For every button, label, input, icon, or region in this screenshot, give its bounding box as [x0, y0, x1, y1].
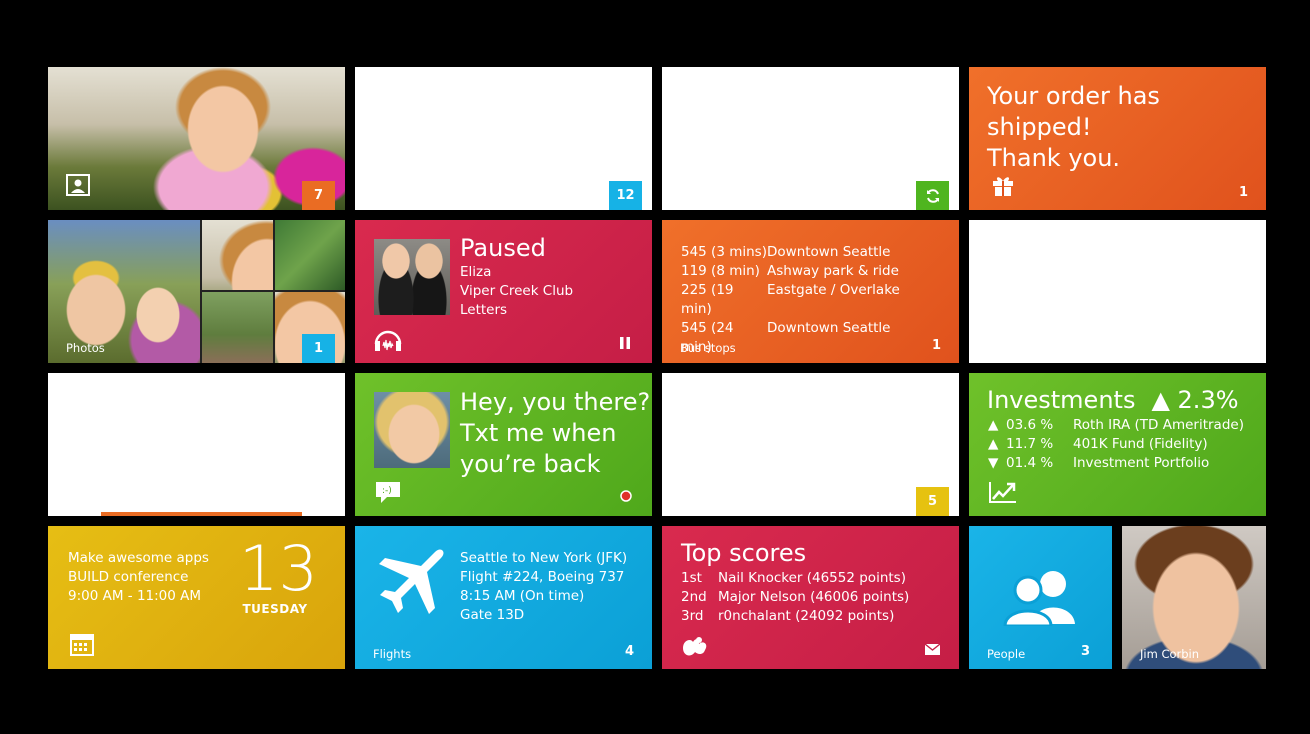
investments-tile[interactable]: Investments ▲ 2.3% ▲ 03.6 % Roth IRA (TD A…: [969, 373, 1266, 516]
photo-thumb: [275, 220, 345, 290]
people-icon: [1003, 568, 1079, 630]
event-title: Make awesome apps: [68, 550, 209, 566]
blank-tile[interactable]: [662, 67, 959, 210]
contact-tile[interactable]: Jim Corbin: [1122, 526, 1266, 669]
mail-icon: [924, 640, 941, 659]
bus-row: 545 (3 mins) Downtown Seattle: [681, 244, 891, 260]
message-line1: Hey, you there?: [460, 388, 651, 416]
flight-gate: Gate 13D: [460, 607, 525, 623]
bus-list: 545 (3 mins) Downtown Seattle 119 (8 min)…: [681, 243, 900, 357]
photo-thumb: [202, 292, 273, 363]
blank-tile[interactable]: [969, 220, 1266, 363]
investment-row: ▲ 11.7 % 401K Fund (Fidelity): [988, 436, 1208, 452]
score-row: 2nd Major Nelson (46006 points): [681, 589, 910, 605]
contact-name: Jim Corbin: [1140, 647, 1200, 661]
flight-number: Flight #224, Boeing 737: [460, 569, 625, 585]
message-tile[interactable]: Hey, you there? Txt me when you’re back …: [355, 373, 652, 516]
photos-collage-tile[interactable]: Photos 1: [48, 220, 345, 363]
notification-badge: 1: [302, 334, 335, 363]
playback-status: Paused: [460, 234, 546, 262]
flight-time: 8:15 AM (On time): [460, 588, 585, 604]
photos-tile[interactable]: 7: [48, 67, 345, 210]
flight-route: Seattle to New York (JFK): [460, 550, 628, 566]
album-art: [374, 239, 450, 315]
avatar: [374, 392, 450, 468]
refresh-icon: [916, 181, 949, 210]
order-count: 1: [1238, 185, 1248, 200]
order-tile[interactable]: Your order has shipped! Thank you. 1: [969, 67, 1266, 210]
blank-tile[interactable]: 5: [662, 373, 959, 516]
blank-tile[interactable]: 12: [355, 67, 652, 210]
svg-text::-): :-): [382, 486, 392, 496]
calendar-icon: [70, 634, 94, 660]
flights-label: Flights: [373, 647, 412, 661]
top-scores-tile[interactable]: Top scores 1st Nail Knocker (46552 points…: [662, 526, 959, 669]
flights-count: 4: [624, 644, 634, 659]
headphones-icon: [373, 326, 403, 356]
photo-thumb: [202, 220, 273, 290]
track-name: Letters: [460, 302, 508, 318]
status-dot-icon: [620, 487, 632, 506]
gift-icon: [991, 173, 1015, 201]
calendar-tile[interactable]: Make awesome apps BUILD conference 9:00 …: [48, 526, 345, 669]
bus-count: 1: [931, 338, 941, 353]
blank-tile[interactable]: [48, 373, 345, 516]
message-line2: Txt me when: [460, 419, 617, 447]
investment-row: ▼ 01.4 % Investment Portfolio: [988, 455, 1210, 471]
investments-change: ▲ 2.3%: [1151, 386, 1239, 414]
progress-bar: [101, 512, 302, 516]
bus-stops-tile[interactable]: 545 (3 mins) Downtown Seattle 119 (8 min)…: [662, 220, 959, 363]
investments-title: Investments: [987, 386, 1136, 414]
airplane-icon: [375, 546, 447, 622]
event-time: 9:00 AM - 11:00 AM: [68, 588, 202, 604]
scores-title: Top scores: [681, 539, 807, 567]
bus-row: 119 (8 min) Ashway park & ride: [681, 263, 899, 279]
picture-icon: [66, 174, 90, 200]
message-line3: you’re back: [460, 450, 601, 478]
bus-stops-label: Bus stops: [680, 341, 736, 355]
investment-row: ▲ 03.6 % Roth IRA (TD Ameritrade): [988, 417, 1244, 433]
people-count: 3: [1080, 644, 1090, 659]
score-row: 1st Nail Knocker (46552 points): [681, 570, 906, 586]
game-controller-icon: [681, 634, 709, 662]
notification-badge: 12: [609, 181, 642, 210]
order-line2: Thank you.: [987, 144, 1121, 172]
notification-badge: 5: [916, 487, 949, 516]
flights-tile[interactable]: Seattle to New York (JFK) Flight #224, B…: [355, 526, 652, 669]
investments-list: ▲ 03.6 % Roth IRA (TD Ameritrade) ▲ 11.7 % 4…: [988, 416, 1244, 473]
event-name: BUILD conference: [68, 569, 189, 585]
people-tile[interactable]: People 3: [969, 526, 1112, 669]
calendar-day: 13: [239, 532, 318, 605]
notification-badge: 7: [302, 181, 335, 210]
people-label: People: [987, 647, 1026, 661]
pause-icon[interactable]: [620, 334, 630, 353]
bus-row: 225 (19 min) Eastgate / Overlake: [681, 282, 900, 317]
scores-list: 1st Nail Knocker (46552 points) 2nd Major …: [681, 569, 909, 626]
chat-icon: :-): [375, 481, 401, 509]
artist-name: Eliza: [460, 264, 492, 280]
calendar-weekday: TUESDAY: [242, 602, 308, 616]
score-row: 3rd r0nchalant (24092 points): [681, 608, 895, 624]
stock-chart-icon: [989, 481, 1017, 507]
album-name: Viper Creek Club: [460, 283, 574, 299]
order-line1: Your order has shipped!: [987, 82, 1160, 141]
photos-label: Photos: [66, 341, 105, 355]
music-tile[interactable]: Paused Eliza Viper Creek Club Letters: [355, 220, 652, 363]
